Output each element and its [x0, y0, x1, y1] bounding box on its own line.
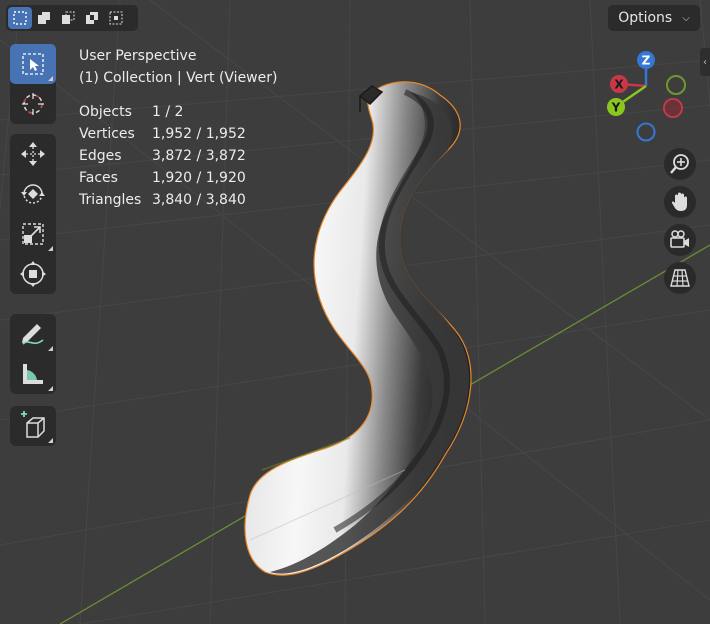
view-name: User Perspective [79, 48, 197, 64]
collection-line: (1) Collection | Vert (Viewer) [79, 70, 278, 86]
zoom-button[interactable] [664, 148, 696, 180]
stat-value: 3,840 / 3,840 [152, 192, 246, 208]
z-axis-label: Z [642, 54, 651, 68]
options-dropdown[interactable]: Options ⌵ [608, 5, 700, 31]
stat-label: Faces [79, 170, 118, 186]
options-label: Options [618, 10, 673, 26]
annotate-tool-icon[interactable] [10, 314, 56, 354]
perspective-toggle-button[interactable] [664, 262, 696, 294]
camera-icon [670, 230, 689, 248]
stat-row-triangles: Triangles 3,840 / 3,840 [79, 189, 246, 211]
navigation-gizmo[interactable]: Z X Y [600, 48, 700, 148]
camera-view-button[interactable] [664, 224, 696, 256]
x-axis-label: X [614, 78, 624, 92]
invert-selection-icon[interactable] [80, 7, 104, 29]
stat-row-edges: Edges 3,872 / 3,872 [79, 145, 246, 167]
stat-label: Triangles [79, 192, 142, 208]
chevron-down-icon: ⌵ [682, 12, 690, 24]
stat-value: 1 / 2 [152, 104, 184, 120]
stat-value: 3,872 / 3,872 [152, 148, 246, 164]
subtract-selection-icon[interactable] [56, 7, 80, 29]
stat-label: Edges [79, 148, 122, 164]
add-cube-tool-icon[interactable] [10, 406, 56, 446]
select-tool-icon[interactable] [10, 44, 56, 84]
stat-value: 1,952 / 1,952 [152, 126, 246, 142]
selection-mode-group [6, 5, 138, 31]
toolbar-annotate-group [10, 314, 56, 394]
stat-label: Objects [79, 104, 132, 120]
stat-row-vertices: Vertices 1,952 / 1,952 [79, 123, 246, 145]
stat-row-objects: Objects 1 / 2 [79, 101, 246, 123]
viewport-header: Options ⌵ [0, 0, 710, 36]
pan-hand-icon [671, 192, 687, 211]
select-box-icon[interactable] [8, 7, 32, 29]
stat-label: Vertices [79, 126, 135, 142]
toolbar-transform-group [10, 134, 56, 294]
intersect-selection-icon[interactable] [104, 7, 128, 29]
extend-selection-icon[interactable] [32, 7, 56, 29]
chevron-left-icon: ‹ [703, 56, 707, 68]
y-axis-label: Y [611, 101, 621, 115]
pan-button[interactable] [664, 186, 696, 218]
3d-viewport[interactable]: Options ⌵ ‹ User Perspective (1) Collect… [0, 0, 710, 624]
toolbar-select-group [10, 44, 56, 124]
neg-z-axis-bubble[interactable] [636, 122, 656, 142]
viewport-info: User Perspective (1) Collection | Vert (… [79, 45, 277, 89]
rotate-tool-icon[interactable] [10, 174, 56, 214]
sidebar-toggle-tab[interactable]: ‹ [700, 48, 710, 76]
cursor-tool-icon[interactable] [10, 84, 56, 124]
grid-perspective-icon [670, 269, 690, 287]
transform-tool-icon[interactable] [10, 254, 56, 294]
scale-tool-icon[interactable] [10, 214, 56, 254]
stat-row-faces: Faces 1,920 / 1,920 [79, 167, 246, 189]
measure-tool-icon[interactable] [10, 354, 56, 394]
move-tool-icon[interactable] [10, 134, 56, 174]
zoom-icon [670, 154, 689, 174]
scene-statistics: Objects 1 / 2 Vertices 1,952 / 1,952 Edges… [79, 101, 246, 211]
neg-y-axis-bubble[interactable] [666, 75, 686, 95]
stat-value: 1,920 / 1,920 [152, 170, 246, 186]
toolbar-add-group [10, 406, 56, 446]
